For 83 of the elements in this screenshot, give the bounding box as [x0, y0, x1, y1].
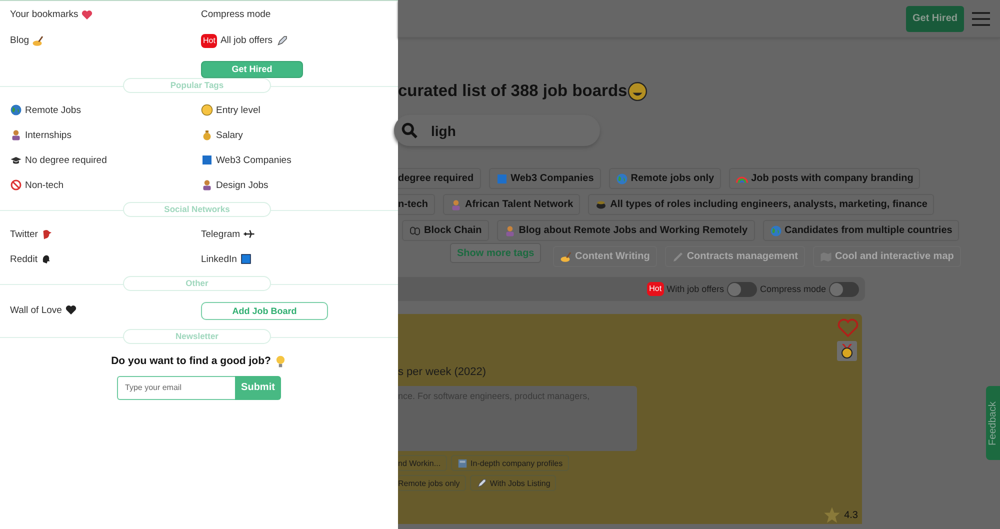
hot-badge: Hot [647, 282, 664, 296]
rating-value: 4.3 [844, 510, 858, 520]
tag-chip[interactable]: Blog about Remote Jobs and Working Remotely [496, 220, 755, 241]
tag-chip[interactable]: Web3 Companies [488, 168, 601, 189]
pencil-icon [672, 250, 684, 262]
section-title: Social Networks [123, 202, 271, 216]
tag-chip[interactable]: In-depth company profiles [450, 455, 569, 471]
email-field[interactable]: Type your email [117, 376, 235, 400]
menu-link[interactable]: Hot All job offers [201, 33, 288, 48]
tile-icon [240, 253, 252, 265]
tag-chip[interactable]: Cool and interactive map [812, 246, 961, 267]
writing-hand-icon [560, 250, 572, 262]
menu-link[interactable]: Entry level [201, 102, 260, 118]
get-hired-button[interactable]: Get Hired [906, 6, 964, 32]
menu-icon[interactable] [972, 12, 990, 26]
grinning-face-icon [628, 82, 648, 101]
menu-link[interactable]: Reddit [10, 252, 52, 266]
tag-chip[interactable]: n-tech [398, 194, 435, 215]
menu-link[interactable]: LinkedIn [201, 252, 252, 266]
tag-chip[interactable]: With Jobs Listing [470, 475, 556, 491]
medal-icon [839, 343, 855, 359]
person-icon [504, 224, 516, 236]
tag-chip[interactable]: nd Workin... [398, 455, 447, 471]
tag-chip[interactable]: degree required [398, 168, 481, 189]
menu-link[interactable]: No degree required [10, 152, 107, 168]
writing-hand-icon [32, 34, 44, 46]
feedback-tab[interactable]: Feedback [986, 386, 1000, 460]
menu-link[interactable]: Web3 Companies [201, 152, 292, 168]
tag-chip[interactable]: Block Chain [402, 220, 489, 241]
newsletter-question: Do you want to find a good job? [111, 355, 271, 367]
lightbulb-icon [274, 354, 287, 368]
get-hired-button[interactable]: Get Hired [201, 60, 303, 78]
menu-link[interactable]: Internships [10, 128, 72, 142]
hot-badge: Hot [201, 34, 218, 48]
menu-link[interactable]: Twitter [10, 226, 53, 242]
search-field[interactable]: ligh [394, 115, 600, 146]
menu-link[interactable]: Your bookmarks [10, 7, 94, 22]
card-subtitle: s per week (2022) [398, 366, 488, 378]
page-heading: curated list of 388 job boards [398, 82, 628, 101]
tag-chip[interactable]: Content Writing [553, 246, 657, 267]
prohibited-sign-icon [10, 179, 22, 191]
tag-chip[interactable]: Remote jobs only [398, 475, 466, 491]
globe-icon [616, 172, 628, 184]
menu-link[interactable]: Compress mode [201, 7, 271, 22]
menu-link[interactable]: Non-tech [10, 178, 64, 192]
menu-link[interactable]: Remote Jobs [10, 102, 81, 118]
building-icon [456, 458, 468, 468]
toggle-switch[interactable] [829, 282, 859, 296]
star-icon [823, 506, 842, 524]
add-job-board-button[interactable]: Add Job Board [201, 302, 328, 320]
toggle-switch[interactable] [726, 282, 757, 296]
submit-button[interactable]: Submit [235, 376, 281, 400]
menu-link[interactable]: Blog [10, 33, 44, 48]
menu-link[interactable]: Telegram [201, 226, 256, 242]
tag-chip[interactable]: Candidates from multiple countries [762, 220, 960, 241]
tag-chip[interactable]: All types of roles including engineers, analysts, marketing, finance [588, 194, 934, 215]
menu-link[interactable]: Design Jobs [201, 178, 268, 192]
bird-icon [40, 228, 53, 240]
person-icon [201, 179, 213, 191]
menu-link[interactable]: Salary [201, 128, 243, 142]
heart-icon [81, 8, 94, 20]
graduation-cap-icon [10, 154, 22, 166]
airplane-icon [243, 228, 256, 240]
toggle-label: With job offers [666, 284, 724, 294]
person-icon [450, 198, 462, 210]
head-silhouette-icon [40, 253, 52, 265]
money-bag-icon [201, 129, 213, 141]
globe-icon [770, 224, 782, 236]
tag-chip[interactable]: Remote jobs only [608, 168, 722, 189]
section-title: Popular Tags [123, 78, 271, 92]
menu-link[interactable]: Wall of Love [10, 302, 77, 318]
person-icon [10, 129, 22, 141]
heart-icon [64, 304, 77, 316]
section-title: Other [123, 276, 271, 290]
tag-chip[interactable]: Contracts management [664, 246, 805, 267]
globe-icon [10, 104, 22, 116]
section-title: Newsletter [123, 328, 271, 344]
toggle-label: Compress mode [760, 284, 826, 294]
chain-icon [409, 224, 421, 236]
tag-chip[interactable]: African Talent Network [443, 194, 580, 215]
face-icon [201, 104, 213, 116]
tag-chip[interactable]: Job posts with company branding [729, 168, 920, 189]
search-icon [401, 122, 418, 139]
